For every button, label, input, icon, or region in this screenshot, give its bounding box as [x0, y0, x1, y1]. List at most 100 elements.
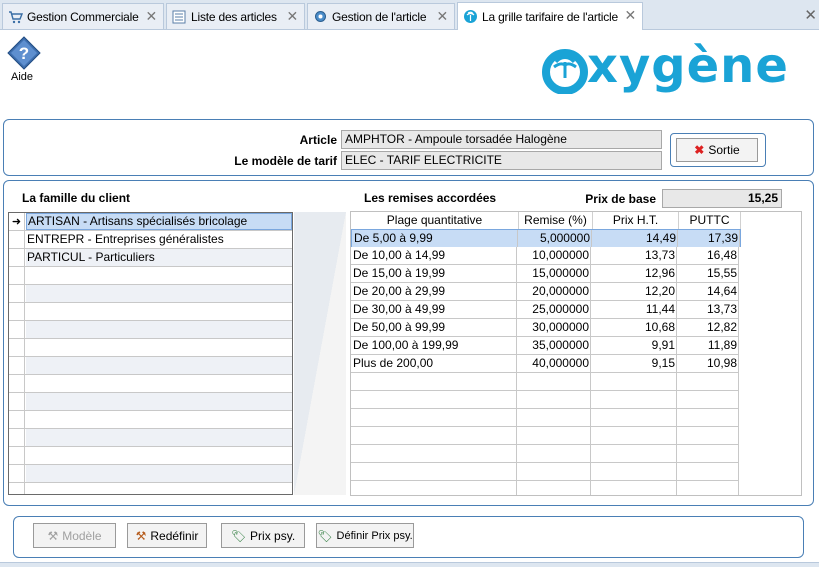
discount-cell[interactable]: 20,000000 [517, 283, 591, 300]
table-row[interactable] [9, 393, 292, 411]
table-row[interactable]: De 20,00 à 29,99 20,000000 12,20 14,64 [351, 283, 739, 301]
discount-cell[interactable] [517, 445, 591, 462]
table-row[interactable] [9, 429, 292, 447]
column-header-puttc[interactable]: PUTTC [679, 212, 741, 229]
family-cell[interactable] [26, 429, 292, 446]
puttc-cell[interactable] [677, 445, 739, 462]
table-row[interactable] [9, 357, 292, 375]
discount-cell[interactable]: 5,000000 [518, 230, 592, 247]
exit-button[interactable]: ✖ Sortie [676, 138, 758, 162]
table-row[interactable] [9, 375, 292, 393]
puttc-cell[interactable]: 15,55 [677, 265, 739, 282]
price-ht-cell[interactable]: 13,73 [591, 247, 677, 264]
table-row[interactable] [9, 267, 292, 285]
puttc-cell[interactable] [677, 409, 739, 426]
range-cell[interactable]: De 100,00 à 199,99 [351, 337, 517, 354]
price-ht-cell[interactable] [591, 373, 677, 390]
family-cell[interactable] [26, 393, 292, 410]
puttc-cell[interactable]: 13,73 [677, 301, 739, 318]
base-price-field[interactable]: 15,25 [662, 189, 782, 208]
column-header-discount[interactable]: Remise (%) [519, 212, 593, 229]
family-cell[interactable] [26, 375, 292, 392]
table-row[interactable]: ➜ ARTISAN - Artisans spécialisés bricola… [9, 213, 292, 231]
column-header-price-ht[interactable]: Prix H.T. [593, 212, 679, 229]
range-cell[interactable] [351, 445, 517, 462]
tab-gestion-commerciale[interactable]: Gestion Commerciale ✕ [2, 3, 164, 29]
range-cell[interactable]: De 10,00 à 14,99 [351, 247, 517, 264]
table-row[interactable] [9, 285, 292, 303]
range-cell[interactable]: De 5,00 à 9,99 [352, 230, 518, 247]
range-cell[interactable] [351, 373, 517, 390]
table-row[interactable] [351, 409, 739, 427]
discount-cell[interactable]: 15,000000 [517, 265, 591, 282]
family-cell[interactable] [26, 447, 292, 464]
model-button[interactable]: ⚒ Modèle [33, 523, 116, 548]
table-row[interactable] [351, 427, 739, 445]
discount-cell[interactable] [517, 463, 591, 480]
table-row[interactable] [351, 463, 739, 481]
discount-cell[interactable] [517, 481, 591, 495]
discount-cell[interactable]: 40,000000 [517, 355, 591, 372]
family-cell[interactable] [26, 357, 292, 374]
table-row[interactable] [9, 465, 292, 483]
range-cell[interactable]: De 50,00 à 99,99 [351, 319, 517, 336]
table-row[interactable]: De 5,00 à 9,99 5,000000 14,49 17,39 [351, 229, 741, 247]
range-cell[interactable]: De 30,00 à 49,99 [351, 301, 517, 318]
help-button[interactable]: ? [7, 36, 41, 73]
puttc-cell[interactable] [677, 391, 739, 408]
family-cell[interactable] [26, 339, 292, 356]
range-cell[interactable] [351, 427, 517, 444]
range-cell[interactable]: De 15,00 à 19,99 [351, 265, 517, 282]
discount-cell[interactable]: 25,000000 [517, 301, 591, 318]
family-cell[interactable] [26, 483, 292, 494]
table-row[interactable] [9, 321, 292, 339]
table-row[interactable] [351, 373, 739, 391]
discount-cell[interactable] [517, 427, 591, 444]
price-ht-cell[interactable] [591, 463, 677, 480]
close-all-icon[interactable]: ✕ [804, 6, 817, 24]
tab-gestion-article[interactable]: Gestion de l'article ✕ [307, 3, 455, 29]
close-icon[interactable]: ✕ [624, 8, 636, 22]
discount-cell[interactable] [517, 373, 591, 390]
price-ht-cell[interactable]: 11,44 [591, 301, 677, 318]
table-row[interactable] [9, 483, 292, 494]
table-row[interactable] [351, 445, 739, 463]
table-row[interactable] [9, 303, 292, 321]
range-cell[interactable] [351, 481, 517, 495]
close-icon[interactable]: ✕ [145, 9, 157, 23]
puttc-cell[interactable]: 10,98 [677, 355, 739, 372]
puttc-cell[interactable] [677, 463, 739, 480]
price-ht-cell[interactable]: 9,15 [591, 355, 677, 372]
table-row[interactable] [351, 391, 739, 409]
price-ht-cell[interactable]: 12,20 [591, 283, 677, 300]
puttc-cell[interactable]: 17,39 [678, 230, 740, 247]
tariff-model-field[interactable]: ELEC - TARIF ELECTRICITE [341, 151, 662, 170]
article-field[interactable]: AMPHTOR - Ampoule torsadée Halogène [341, 130, 662, 149]
puttc-cell[interactable]: 16,48 [677, 247, 739, 264]
family-cell[interactable] [26, 303, 292, 320]
family-cell[interactable] [26, 321, 292, 338]
family-cell[interactable]: ARTISAN - Artisans spécialisés bricolage [26, 213, 292, 230]
discount-cell[interactable] [517, 409, 591, 426]
table-row[interactable]: De 50,00 à 99,99 30,000000 10,68 12,82 [351, 319, 739, 337]
tab-liste-articles[interactable]: Liste des articles ✕ [166, 3, 305, 29]
discount-cell[interactable]: 35,000000 [517, 337, 591, 354]
redefine-button[interactable]: ⚒ Redéfinir [127, 523, 207, 548]
range-cell[interactable] [351, 391, 517, 408]
tab-grille-tarifaire[interactable]: La grille tarifaire de l'article ✕ [457, 2, 643, 30]
table-row[interactable]: De 15,00 à 19,99 15,000000 12,96 15,55 [351, 265, 739, 283]
table-row[interactable]: De 30,00 à 49,99 25,000000 11,44 13,73 [351, 301, 739, 319]
family-cell[interactable] [26, 465, 292, 482]
discount-cell[interactable]: 30,000000 [517, 319, 591, 336]
family-cell[interactable]: PARTICUL - Particuliers [26, 249, 292, 266]
puttc-cell[interactable] [677, 427, 739, 444]
table-row[interactable]: PARTICUL - Particuliers [9, 249, 292, 267]
psy-price-button[interactable]: 🏷 Prix psy. [221, 523, 305, 548]
table-row[interactable]: ENTREPR - Entreprises généralistes [9, 231, 292, 249]
puttc-cell[interactable]: 14,64 [677, 283, 739, 300]
price-ht-cell[interactable] [591, 391, 677, 408]
family-cell[interactable] [26, 267, 292, 284]
puttc-cell[interactable] [677, 373, 739, 390]
close-icon[interactable]: ✕ [436, 9, 448, 23]
price-ht-cell[interactable] [591, 445, 677, 462]
